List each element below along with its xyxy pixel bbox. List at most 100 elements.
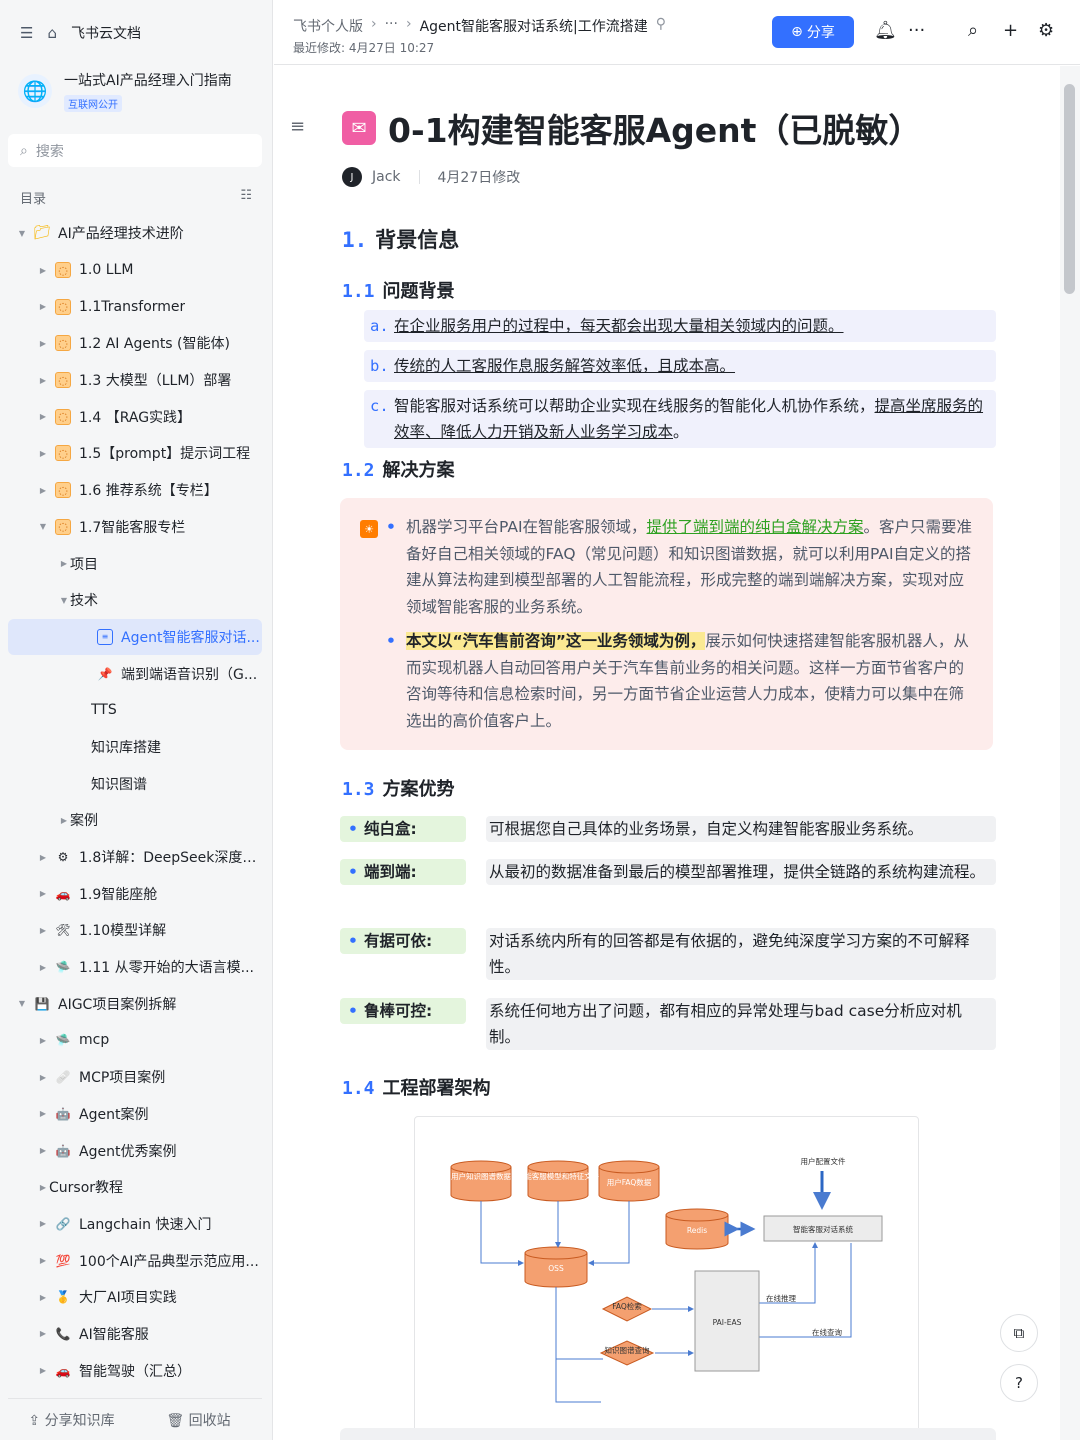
- sidebar-item[interactable]: ▶ 🤖 Agent优秀案例: [8, 1132, 262, 1169]
- architecture-diagram[interactable]: 用户知识图谱数据 智能客服模型和特征文件 用户FAQ数据 Redis OSS 用…: [414, 1116, 919, 1436]
- mail-icon[interactable]: ✉: [342, 111, 376, 145]
- caret-right-icon[interactable]: ▶: [37, 1293, 49, 1302]
- caret-right-icon[interactable]: ▶: [37, 339, 49, 348]
- avatar[interactable]: J: [342, 167, 362, 187]
- sidebar-item[interactable]: ▶ 🚗 智能驾驶（汇总）: [8, 1352, 262, 1389]
- caret-right-icon[interactable]: ▶: [37, 449, 49, 458]
- caret-right-icon[interactable]: ▶: [37, 1183, 49, 1192]
- sidebar-item[interactable]: ▶ ⚙ 1.8详解：DeepSeek深度推...: [8, 839, 262, 876]
- caret-right-icon[interactable]: ▶: [37, 1366, 49, 1375]
- bell-icon[interactable]: 🔔︎: [874, 20, 897, 41]
- help-icon[interactable]: ?: [1000, 1364, 1038, 1402]
- caret-right-icon[interactable]: ▶: [37, 1036, 49, 1045]
- sidebar-item[interactable]: ▶ ◌ 1.3 大模型（LLM）部署: [8, 362, 262, 399]
- share-button[interactable]: ⊕ 分享: [772, 16, 854, 48]
- diagram-label: Redis: [687, 1226, 707, 1235]
- sidebar-item[interactable]: ▼≡技术: [8, 582, 262, 619]
- sidebar-item[interactable]: ▶ ◌ 1.5【prompt】提示词工程: [8, 435, 262, 472]
- orange-icon: ◌: [55, 408, 71, 425]
- space-info[interactable]: 🌐 一站式AI产品经理入门指南 互联网公开: [18, 70, 232, 112]
- caret-right-icon[interactable]: ▶: [37, 412, 49, 421]
- author-name[interactable]: Jack: [372, 169, 401, 185]
- search-input[interactable]: ⌕ 搜索: [8, 134, 262, 167]
- sidebar-item[interactable]: ▶≡项目: [8, 545, 262, 582]
- more-icon[interactable]: ···: [908, 20, 925, 41]
- orange-icon: ◌: [55, 335, 71, 352]
- sidebar-item[interactable]: ▶ 🛸 mcp: [8, 1022, 262, 1059]
- trash-button[interactable]: 🗑 回收站: [135, 1410, 262, 1430]
- solution-link[interactable]: 提供了端到端的纯白盒解决方案: [647, 518, 864, 536]
- caret-down-icon[interactable]: ▼: [16, 229, 28, 238]
- sidebar-item[interactable]: ▶ 🛠 1.10模型详解: [8, 912, 262, 949]
- sidebar-item[interactable]: ▶ ◌ 1.0 LLM: [8, 252, 262, 289]
- sidebar-item[interactable]: ▶ ◌ 1.1Transformer: [8, 288, 262, 325]
- sidebar-item-label: 1.11 从零开始的大语言模...: [79, 960, 254, 977]
- caret-right-icon[interactable]: ▶: [37, 266, 49, 275]
- sidebar-item[interactable]: ▶≡案例: [8, 802, 262, 839]
- caret-right-icon[interactable]: ▶: [37, 853, 49, 862]
- caret-right-icon[interactable]: ▶: [37, 1109, 49, 1118]
- outline-icon[interactable]: ≡: [290, 116, 305, 137]
- chevron-right-icon: ›: [371, 16, 377, 32]
- doc-title[interactable]: 0-1构建智能客服Agent（已脱敏）: [388, 104, 921, 152]
- breadcrumb-more[interactable]: ···: [385, 16, 398, 36]
- doc-tools-icon[interactable]: ⧉: [1000, 1314, 1038, 1352]
- search-icon[interactable]: ⌕: [968, 20, 978, 41]
- collapse-sidebar-icon[interactable]: ☰: [20, 24, 33, 42]
- plus-icon[interactable]: +: [1003, 20, 1018, 41]
- sidebar-item[interactable]: ▼ 💾 AIGC项目案例拆解: [8, 985, 262, 1022]
- sunrise-icon[interactable]: ☀: [360, 520, 378, 538]
- orange-icon: ◌: [55, 482, 71, 499]
- gear-icon[interactable]: ⚙: [1038, 20, 1054, 41]
- caret-right-icon[interactable]: ▶: [37, 302, 49, 311]
- sidebar-item[interactable]: ▶ ◌ 1.2 AI Agents (智能体): [8, 325, 262, 362]
- caret-down-icon[interactable]: ▼: [37, 522, 49, 531]
- sidebar-item[interactable]: ▶ ◌ 1.4 【RAG实践】: [8, 398, 262, 435]
- sidebar-item[interactable]: ≡TTS: [8, 692, 262, 729]
- caret-right-icon[interactable]: ▶: [37, 1329, 49, 1338]
- sidebar-item[interactable]: ≡ Agent智能客服对话...: [8, 618, 262, 656]
- sidebar-item[interactable]: ▶ 🛸 1.11 从零开始的大语言模...: [8, 949, 262, 986]
- sidebar-item[interactable]: ≡知识图谱: [8, 765, 262, 802]
- share-space-button[interactable]: ⇪ 分享知识库: [8, 1410, 135, 1430]
- pin-icon[interactable]: ⚲: [656, 16, 666, 36]
- caret-right-icon[interactable]: ▶: [37, 1146, 49, 1155]
- caret-right-icon[interactable]: ▶: [37, 1073, 49, 1082]
- caret-right-icon[interactable]: ▶: [37, 1219, 49, 1228]
- sidebar-item[interactable]: ▶ 📞 AI智能客服: [8, 1316, 262, 1353]
- home-icon[interactable]: ⌂: [47, 24, 57, 42]
- caret-right-icon[interactable]: ▶: [37, 376, 49, 385]
- sidebar-item-label: 1.8详解：DeepSeek深度推...: [79, 850, 262, 867]
- sidebar-item[interactable]: ▶ 🩹 MCP项目案例: [8, 1059, 262, 1096]
- stack-icon: 🛸: [55, 960, 71, 975]
- sidebar-item[interactable]: ▶ 🥇 大厂AI项目实践: [8, 1279, 262, 1316]
- sidebar-item[interactable]: ▶ ◌ 1.6 推荐系统【专栏】: [8, 472, 262, 509]
- sidebar-item[interactable]: ▶ 🚗 1.9智能座舱: [8, 875, 262, 912]
- caret-down-icon[interactable]: ▼: [16, 999, 28, 1008]
- sidebar-item-label: 1.1Transformer: [79, 298, 186, 315]
- sidebar-item[interactable]: ▶ 🤖 Agent案例: [8, 1096, 262, 1133]
- sidebar-item[interactable]: ▶ 💯 100个AI产品典型示范应用...: [8, 1242, 262, 1279]
- caret-right-icon[interactable]: ▶: [58, 559, 70, 568]
- sidebar-item[interactable]: 📌 端到端语音识别（G...: [8, 655, 262, 692]
- caret-right-icon[interactable]: ▶: [37, 889, 49, 898]
- caret-right-icon[interactable]: ▶: [58, 816, 70, 825]
- scrollbar[interactable]: [1060, 66, 1080, 1440]
- callout-block: ☀ 机器学习平台PAI在智能客服领域，提供了端到端的纯白盒解决方案。客户只需要准…: [340, 498, 993, 750]
- sidebar-item[interactable]: ▶ 🔗 Langchain 快速入门: [8, 1206, 262, 1243]
- sidebar-item[interactable]: ≡知识库搭建: [8, 729, 262, 766]
- sidebar-item[interactable]: ▼ ◌ 1.7智能客服专栏: [8, 509, 262, 546]
- list-item: 机器学习平台PAI在智能客服领域，提供了端到端的纯白盒解决方案。客户只需要准备好…: [386, 514, 976, 620]
- caret-right-icon[interactable]: ▶: [37, 486, 49, 495]
- heading-architecture: 1.4 工程部署架构: [342, 1078, 491, 1099]
- caret-right-icon[interactable]: ▶: [37, 1256, 49, 1265]
- sidebar-item[interactable]: ▶≡Cursor教程: [8, 1169, 262, 1206]
- breadcrumb-current[interactable]: Agent智能客服对话系统|工作流搭建: [420, 16, 648, 36]
- breadcrumb-root[interactable]: 飞书个人版: [293, 16, 363, 36]
- caret-down-icon[interactable]: ▼: [58, 596, 70, 605]
- caret-right-icon[interactable]: ▶: [37, 926, 49, 935]
- list-view-icon[interactable]: ☷: [240, 188, 252, 207]
- caret-right-icon[interactable]: ▶: [37, 963, 49, 972]
- sidebar-item[interactable]: ▼ 📁︎ AI产品经理技术进阶: [8, 215, 262, 252]
- scrollbar-thumb[interactable]: [1064, 84, 1075, 294]
